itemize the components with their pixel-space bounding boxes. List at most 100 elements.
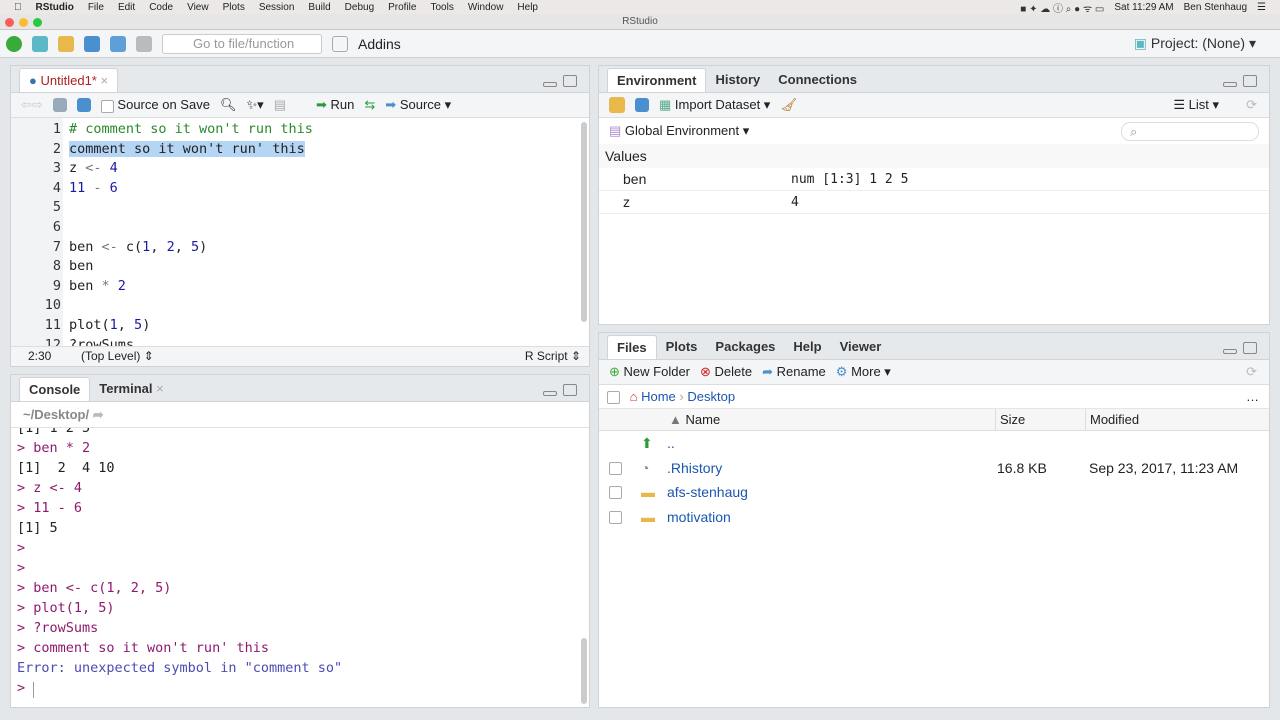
search-icon[interactable]: 🔍︎ <box>220 97 237 113</box>
environment-selector[interactable]: ▤ Global Environment ▾ <box>609 123 749 138</box>
save-icon[interactable] <box>76 98 91 112</box>
tab-history[interactable]: History <box>706 68 769 92</box>
code-line[interactable]: ben * 2 <box>69 278 126 294</box>
menu-plots[interactable]: Plots <box>223 2 245 13</box>
pane-window-controls[interactable] <box>543 75 577 87</box>
load-workspace-icon[interactable] <box>609 97 625 113</box>
file-name-link[interactable]: .. <box>667 431 675 455</box>
notification-icon[interactable]: ☰ <box>1257 2 1266 13</box>
scope-selector[interactable]: (Top Level) ⇕ <box>81 347 154 366</box>
code-line[interactable]: # comment so it won't run this <box>69 121 313 137</box>
scrollbar[interactable] <box>581 122 587 322</box>
menu-profile[interactable]: Profile <box>388 2 416 13</box>
code-line[interactable]: ben <box>69 258 93 274</box>
tab-packages[interactable]: Packages <box>706 335 784 359</box>
minimize-window-button[interactable] <box>19 18 28 27</box>
env-row[interactable]: z4 <box>599 191 1269 214</box>
clear-broom-icon[interactable]: 🧹︎ <box>780 97 797 113</box>
clock[interactable]: Sat 11:29 AM <box>1114 2 1173 13</box>
new-project-icon[interactable] <box>32 35 48 52</box>
code-line[interactable]: comment so it won't run' this <box>69 140 305 157</box>
menu-file[interactable]: File <box>88 2 104 13</box>
open-file-icon[interactable] <box>58 35 74 52</box>
source-button[interactable]: ➡ Source ▾ <box>385 97 451 113</box>
file-name-link[interactable]: .Rhistory <box>667 456 722 480</box>
menu-help[interactable]: Help <box>517 2 538 13</box>
code-line[interactable]: plot(1, 5) <box>69 317 150 333</box>
file-name-link[interactable]: motivation <box>667 505 731 529</box>
file-checkbox[interactable] <box>609 486 622 499</box>
goto-file-input[interactable]: Go to file/function <box>162 33 322 54</box>
console-output[interactable]: [1] 1 2 5 > ben * 2 [1] 2 4 10 > z <- 4 > 11… <box>11 428 589 708</box>
environment-search-input[interactable]: ⌕ <box>1121 122 1259 141</box>
close-window-button[interactable] <box>5 18 14 27</box>
tab-environment[interactable]: Environment <box>607 68 707 92</box>
breadcrumb-home[interactable]: Home <box>641 389 676 404</box>
save-all-icon[interactable] <box>110 35 126 52</box>
file-name-link[interactable]: afs-stenhaug <box>667 480 748 504</box>
run-button[interactable]: ➡ Run <box>316 97 354 113</box>
modified-column-header[interactable]: Modified <box>1085 409 1139 431</box>
tab-plots[interactable]: Plots <box>657 335 707 359</box>
refresh-icon[interactable]: ⟳ <box>1246 364 1257 380</box>
rename-button[interactable]: ➦ Rename <box>762 364 826 380</box>
compile-report-icon[interactable]: ▤ <box>274 97 286 113</box>
back-forward-icons[interactable]: ⇦⇨ <box>21 97 43 113</box>
pane-window-controls[interactable] <box>543 384 577 396</box>
menu-debug[interactable]: Debug <box>345 2 374 13</box>
user-name[interactable]: Ben Stenhaug <box>1184 2 1247 13</box>
file-row[interactable]: ◔ .Rhistory 16.8 KB Sep 23, 2017, 11:23 AM <box>599 456 1269 481</box>
save-icon[interactable] <box>84 35 100 52</box>
menu-edit[interactable]: Edit <box>118 2 135 13</box>
file-checkbox[interactable] <box>609 461 622 475</box>
rerun-icon[interactable]: ⇆ <box>364 97 375 113</box>
filetype-selector[interactable]: R Script ⇕ <box>525 347 581 366</box>
menu-view[interactable]: View <box>187 2 209 13</box>
breadcrumb-desktop[interactable]: Desktop <box>687 389 735 404</box>
addins-menu[interactable]: Addins <box>358 36 401 52</box>
tab-connections[interactable]: Connections <box>769 68 866 92</box>
source-on-save-checkbox[interactable]: Source on Save <box>100 97 210 113</box>
code-editor[interactable]: 1 # comment so it won't run this 2 comment … <box>11 118 589 346</box>
close-tab-icon[interactable]: × <box>156 381 164 396</box>
select-all-checkbox[interactable] <box>607 391 620 405</box>
tab-untitled1[interactable]: ● Untitled1* × <box>19 68 119 92</box>
view-mode-menu[interactable]: ☰ List ▾ <box>1173 97 1219 113</box>
zoom-window-button[interactable] <box>33 18 42 27</box>
menu-code[interactable]: Code <box>149 2 173 13</box>
refresh-icon[interactable]: ⟳ <box>1246 97 1257 113</box>
more-path-icon[interactable]: … <box>1246 385 1259 409</box>
delete-button[interactable]: ⊗ Delete <box>700 364 752 380</box>
name-column-header[interactable]: ▲ Name <box>669 409 720 431</box>
app-menu[interactable]: RStudio <box>36 2 74 13</box>
code-line[interactable]: z <- 4 <box>69 160 118 176</box>
tab-console[interactable]: Console <box>19 377 91 401</box>
code-line[interactable]: 11 - 6 <box>69 180 118 196</box>
new-folder-button[interactable]: ⊕ New Folder <box>609 364 690 380</box>
import-dataset-button[interactable]: ▦ Import Dataset ▾ <box>659 97 770 113</box>
tab-files[interactable]: Files <box>607 335 657 359</box>
status-icons[interactable]: ■ ✦ ☁ ⓘ ⌕ ● ᯤ ▭ <box>1020 0 1104 15</box>
apple-icon[interactable]:  <box>14 2 22 13</box>
print-icon[interactable] <box>136 35 152 52</box>
menu-tools[interactable]: Tools <box>430 2 453 13</box>
tab-viewer[interactable]: Viewer <box>831 335 891 359</box>
close-tab-icon[interactable]: × <box>100 73 108 88</box>
project-menu[interactable]: ▣ Project: (None) ▾ <box>1134 35 1256 52</box>
more-button[interactable]: ⚙ More ▾ <box>836 364 891 380</box>
env-row[interactable]: ben num [1:3] 1 2 5 <box>599 168 1269 191</box>
pane-window-controls[interactable] <box>1223 75 1257 87</box>
code-line[interactable]: ?rowSums <box>69 337 134 346</box>
pane-window-controls[interactable] <box>1223 342 1257 354</box>
new-file-icon[interactable] <box>6 35 22 52</box>
file-row[interactable]: ▬ afs-stenhaug <box>599 480 1269 505</box>
menu-build[interactable]: Build <box>308 2 330 13</box>
scrollbar[interactable] <box>581 638 587 704</box>
go-to-directory-icon[interactable]: ➦ <box>93 407 104 422</box>
code-tools-icon[interactable]: ✨︎▾ <box>246 97 263 113</box>
tab-terminal[interactable]: Terminal × <box>90 377 172 401</box>
show-in-window-icon[interactable] <box>52 98 67 112</box>
code-line[interactable]: ben <- c(1, 2, 5) <box>69 239 207 255</box>
menu-session[interactable]: Session <box>259 2 295 13</box>
tab-help[interactable]: Help <box>784 335 830 359</box>
